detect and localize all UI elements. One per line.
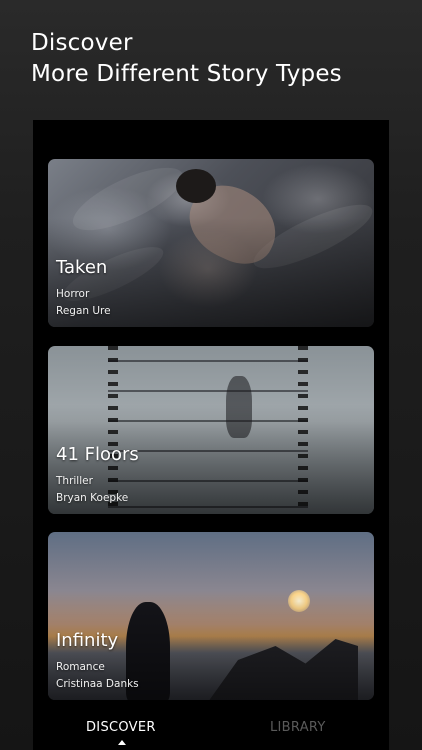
promo-headline: Discover More Different Story Types [31, 28, 342, 90]
story-author: Cristinaa Danks [56, 678, 139, 690]
active-tab-indicator-icon [118, 740, 126, 745]
bottom-tab-bar: DISCOVER LIBRARY [33, 706, 389, 750]
story-card-41-floors[interactable]: 41 Floors Thriller Bryan Koepke [48, 346, 374, 514]
story-author: Bryan Koepke [56, 492, 129, 504]
headline-line-2: More Different Story Types [31, 61, 342, 87]
story-title: 41 Floors [56, 444, 139, 465]
tab-discover[interactable]: DISCOVER [86, 720, 156, 735]
story-title: Infinity [56, 630, 119, 651]
phone-screen: Taken Horror Regan Ure 41 Floors Thrille… [33, 120, 389, 750]
story-genre: Thriller [56, 475, 93, 487]
story-genre: Horror [56, 288, 90, 300]
story-author: Regan Ure [56, 305, 111, 317]
tab-library[interactable]: LIBRARY [270, 720, 326, 735]
headline-line-1: Discover [31, 30, 133, 56]
story-title: Taken [56, 257, 108, 278]
story-card-infinity[interactable]: Infinity Romance Cristinaa Danks [48, 532, 374, 700]
app-screen: Discover More Different Story Types Take… [0, 0, 422, 750]
story-card-taken[interactable]: Taken Horror Regan Ure [48, 159, 374, 327]
story-genre: Romance [56, 661, 105, 673]
